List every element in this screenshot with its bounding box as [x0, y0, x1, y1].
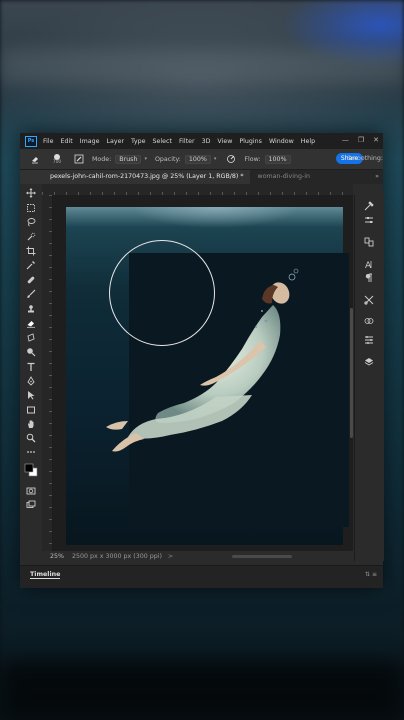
document-image — [66, 207, 349, 545]
flow-field[interactable]: 100% — [264, 154, 291, 164]
menu-help[interactable]: Help — [301, 138, 315, 145]
horizontal-scrollbar[interactable] — [232, 555, 292, 558]
eyedropper-icon[interactable] — [26, 260, 36, 270]
menu-layer[interactable]: Layer — [106, 138, 124, 145]
zoom-level[interactable]: 25% — [50, 553, 72, 560]
type-icon[interactable] — [26, 362, 36, 372]
panel-dock: A — [354, 195, 384, 561]
clone-stamp-icon[interactable] — [26, 304, 36, 314]
menu-edit[interactable]: Edit — [61, 138, 73, 145]
window-controls: — ❐ ✕ — [342, 136, 379, 144]
canvas-area[interactable] — [53, 195, 353, 551]
zoom-icon[interactable] — [26, 433, 36, 443]
menu-view[interactable]: View — [217, 138, 232, 145]
eraser-tool-preset-icon[interactable] — [30, 154, 40, 164]
brush-size-value: 700 — [52, 159, 62, 165]
character-icon[interactable]: A — [364, 259, 374, 271]
hand-icon[interactable] — [26, 419, 36, 429]
properties-icon[interactable] — [364, 215, 374, 225]
chevron-down-icon[interactable]: ▾ — [214, 156, 217, 162]
crop-icon[interactable] — [26, 246, 36, 256]
menu-filter[interactable]: Filter — [179, 138, 195, 145]
marquee-icon[interactable] — [26, 203, 36, 213]
options-bar: 700 Mode: Brush ▾ Opacity: 100% ▾ Flow: … — [20, 149, 383, 170]
tools-panel — [20, 184, 42, 561]
menu-select[interactable]: Select — [153, 138, 172, 145]
timeline-panel: Timeline ⇅ ≡ — [20, 565, 383, 588]
brush-icon[interactable] — [26, 289, 36, 299]
maximize-icon[interactable]: ❐ — [358, 136, 364, 144]
dodge-icon[interactable] — [26, 347, 36, 357]
chevron-down-icon[interactable]: ▾ — [144, 156, 147, 162]
layers-panel-icon[interactable] — [364, 335, 374, 345]
tools-settings-icon[interactable] — [364, 295, 374, 305]
healing-icon[interactable] — [26, 275, 36, 285]
status-bar: 25% 2500 px x 3000 px (300 ppi) > — [42, 551, 353, 562]
close-icon[interactable]: ✕ — [373, 136, 379, 144]
quick-select-icon[interactable] — [26, 232, 36, 242]
brush-cursor-outline — [109, 240, 215, 346]
paragraph-icon[interactable] — [364, 273, 374, 283]
layers-icon[interactable] — [364, 357, 374, 367]
menu-bar: Ps File Edit Image Layer Type Select Fil… — [20, 133, 383, 149]
menu-window[interactable]: Window — [269, 138, 294, 145]
opacity-label: Opacity: — [154, 155, 181, 163]
menu-type[interactable]: Type — [131, 138, 145, 145]
timeline-tab[interactable]: Timeline — [30, 571, 61, 579]
minimize-icon[interactable]: — — [342, 136, 349, 144]
blurred-footer — [0, 660, 404, 720]
path-select-icon[interactable] — [26, 390, 36, 400]
photoshop-logo: Ps — [25, 135, 37, 147]
document-dimensions: 2500 px x 3000 px (300 ppi) — [72, 553, 162, 560]
menu-file[interactable]: File — [43, 138, 54, 145]
quick-mask-icon[interactable] — [26, 486, 36, 496]
photoshop-window: Ps File Edit Image Layer Type Select Fil… — [20, 133, 384, 588]
libraries-icon[interactable] — [364, 237, 374, 247]
vertical-ruler — [42, 195, 53, 551]
tabs-overflow-icon[interactable]: » — [375, 170, 379, 184]
menu-plugins[interactable]: Plugins — [239, 138, 262, 145]
menu-image[interactable]: Image — [80, 138, 100, 145]
status-menu-icon[interactable]: > — [168, 553, 173, 560]
menu-3d[interactable]: 3D — [202, 138, 211, 145]
lasso-icon[interactable] — [26, 217, 36, 227]
tab-active-document[interactable]: pexels-john-cahil-rom-2170473.jpg @ 25% … — [20, 170, 250, 184]
mode-label: Mode: — [92, 155, 112, 163]
diver-figure — [106, 268, 299, 452]
flow-label: Flow: — [244, 155, 261, 163]
timeline-menu-icon[interactable]: ⇅ ≡ — [365, 571, 377, 578]
channels-icon[interactable] — [364, 316, 374, 326]
document-tabs: pexels-john-cahil-rom-2170473.jpg @ 25% … — [20, 170, 383, 184]
screen-mode-icon[interactable] — [26, 500, 36, 510]
brush-size-picker[interactable]: 700 — [50, 153, 64, 165]
smoothing-label: Smoothing: — [346, 155, 383, 162]
pressure-opacity-icon[interactable] — [226, 154, 236, 164]
rectangle-icon[interactable] — [26, 405, 36, 415]
pen-icon[interactable] — [26, 376, 36, 386]
gradient-icon[interactable] — [26, 333, 36, 343]
mode-select[interactable]: Brush — [115, 154, 142, 164]
eraser-icon[interactable] — [26, 318, 36, 328]
move-icon[interactable] — [26, 188, 36, 198]
color-swatches-icon[interactable] — [24, 463, 38, 477]
blurred-header — [0, 50, 404, 84]
opacity-field[interactable]: 100% — [184, 154, 211, 164]
brush-settings-icon[interactable] — [74, 154, 84, 164]
tab-woman-diving[interactable]: woman-diving-in — [249, 170, 317, 184]
adjustments-icon[interactable] — [364, 201, 374, 211]
more-tools-icon[interactable] — [26, 447, 36, 457]
vertical-scrollbar[interactable] — [350, 308, 353, 438]
